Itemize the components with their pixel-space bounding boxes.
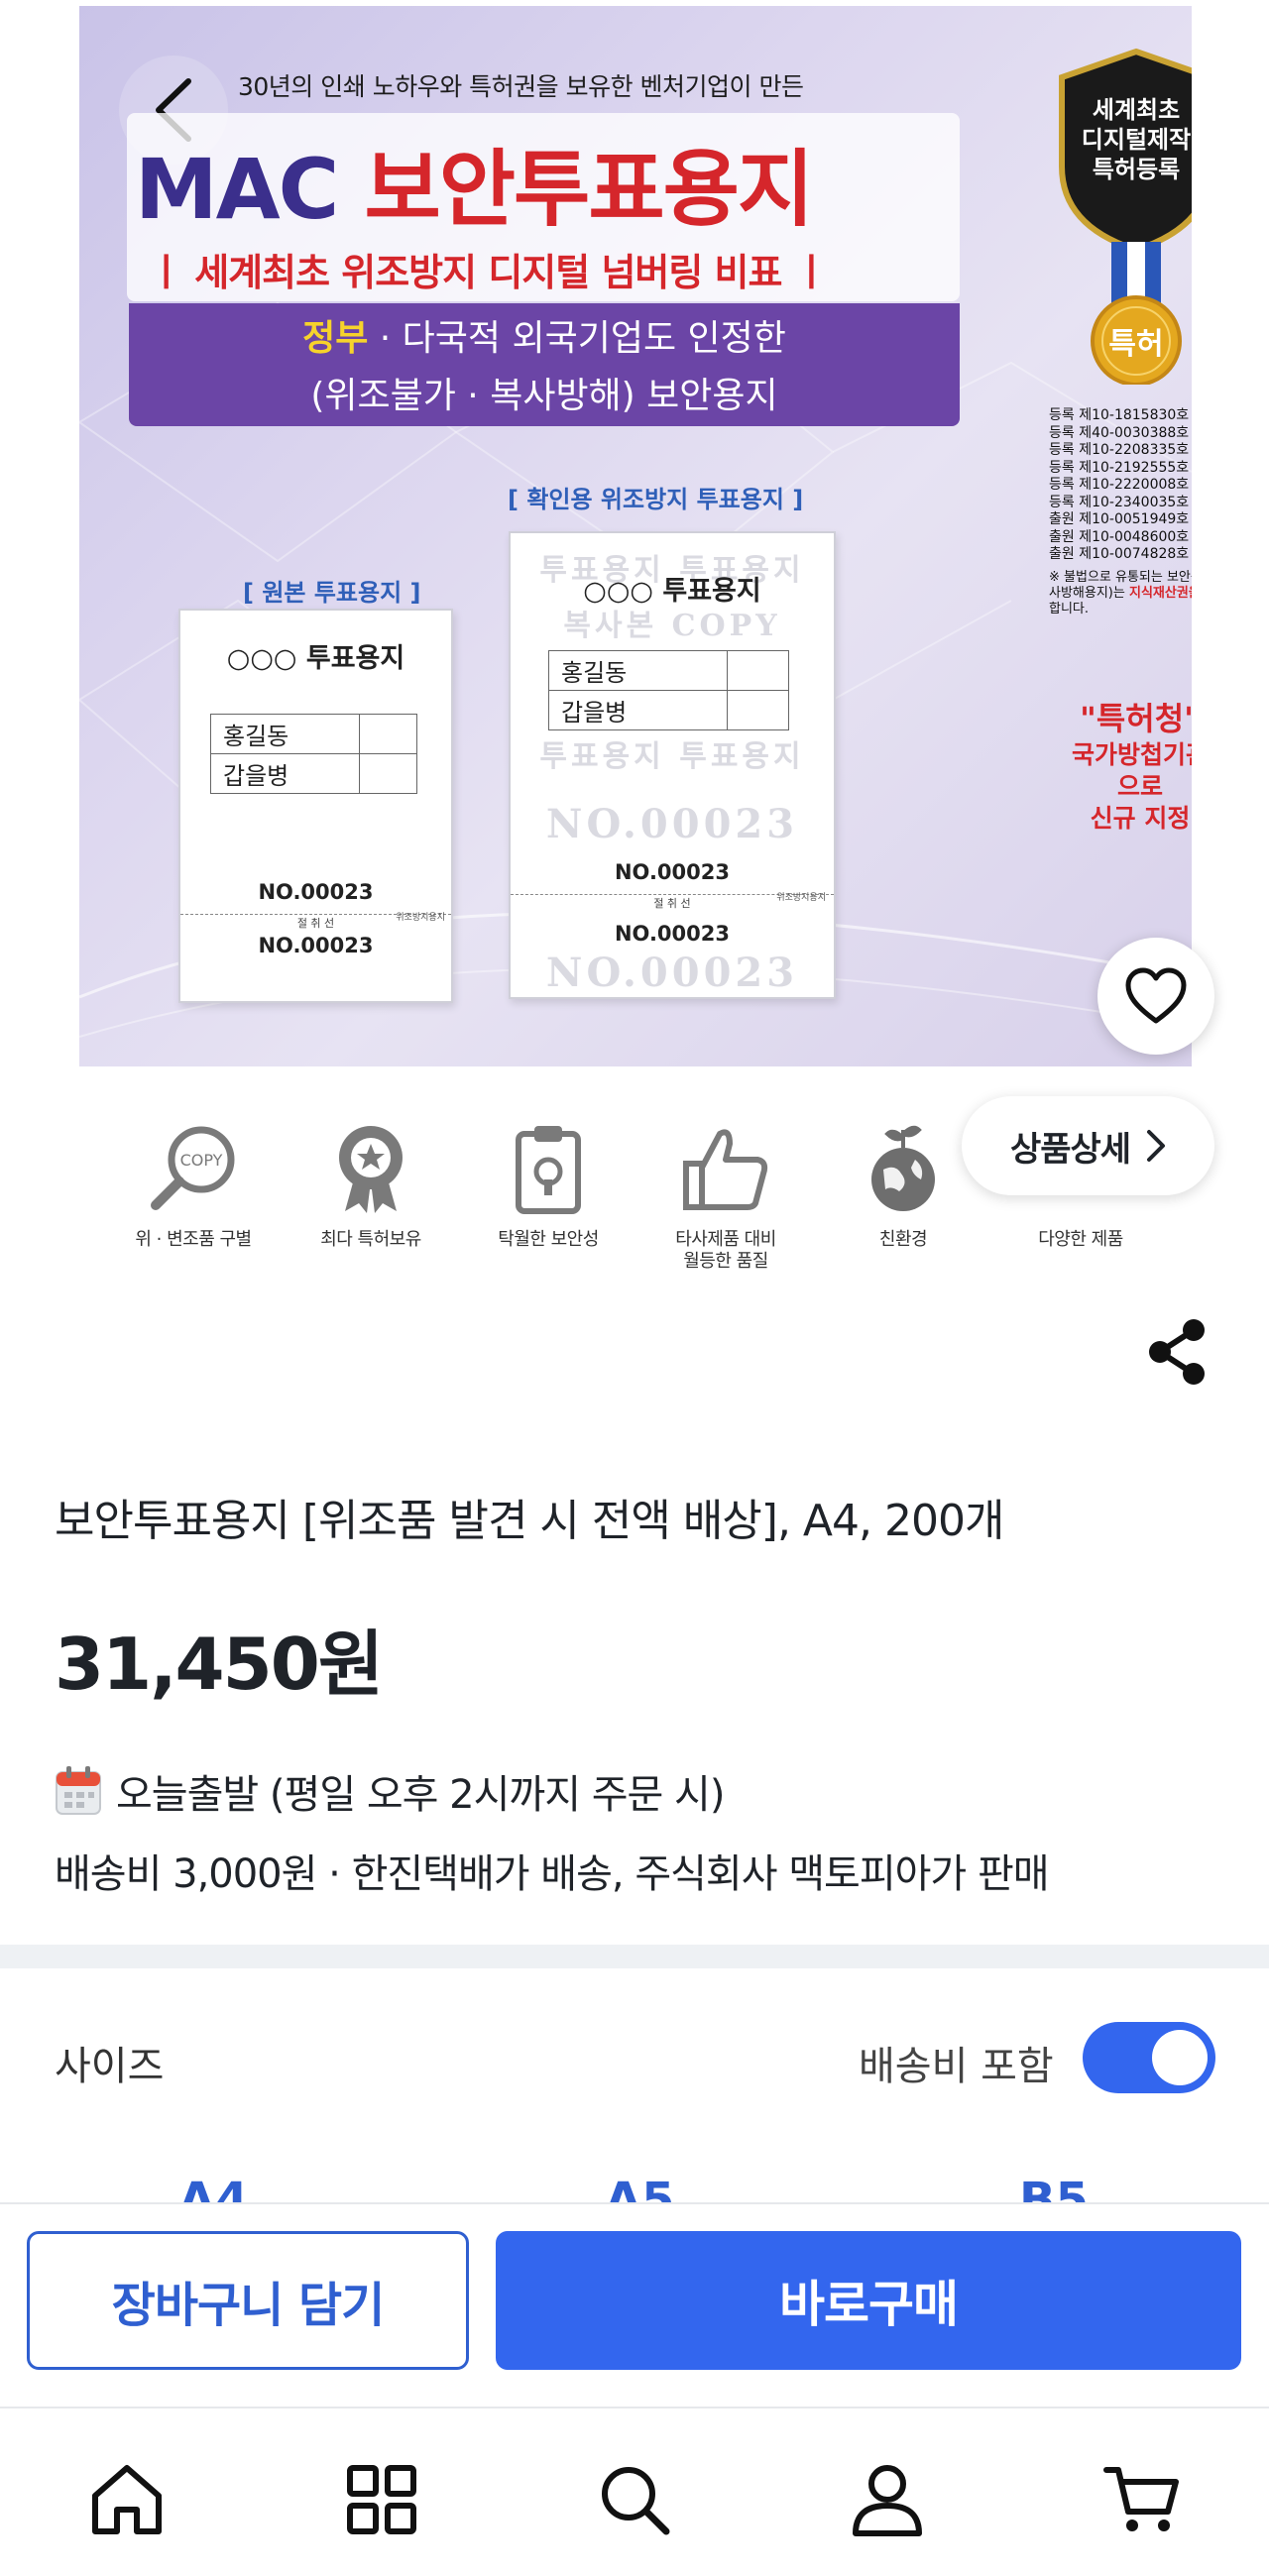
- confirm-ballot-paper: 투표용지 투표용지 ○○○ 투표용지 복사본 COPY 홍길동 갑을병 투표용지…: [509, 531, 836, 999]
- product-hero-image: 30년의 인쇄 노하우와 특허권을 보유한 벤처기업이 만든 MAC 보안투표용…: [79, 6, 1192, 1066]
- award-ribbon-icon: [339, 1126, 403, 1213]
- section-divider: [0, 1945, 1269, 1968]
- original-ballot-paper: ○○○ 투표용지 홍길동 갑을병 NO.00023 절 취 선 위조방지용지 N…: [178, 609, 453, 1003]
- ghost-text-2: 복사본 COPY: [563, 609, 781, 643]
- registration-item: 등록 제10-2340035호: [1049, 494, 1190, 510]
- warning-end: 합니다.: [1049, 601, 1090, 616]
- add-to-cart-button[interactable]: 장바구니 담기: [27, 2231, 469, 2370]
- feature-item: 친환경: [824, 1120, 982, 1251]
- warning-note: ※ 불법으로 유통되는 보안용지(복사방해용지)는 지식재산권을 침해합니다.: [1049, 570, 1192, 617]
- shipping-included-toggle[interactable]: [1083, 2022, 1215, 2093]
- feature-item: 최다 특허보유: [291, 1120, 450, 1251]
- product-price: 31,450원: [55, 1623, 384, 1706]
- confirm-candidate-table: 홍길동 갑을병: [548, 650, 789, 730]
- share-icon[interactable]: [1140, 1316, 1211, 1388]
- size-option-label: 사이즈: [55, 2044, 165, 2089]
- feature-label: 탁월한 보안성: [498, 1229, 599, 1250]
- feature-label: 타사제품 대비 월등한 품질: [675, 1229, 776, 1272]
- hero-tagline: 30년의 인쇄 노하우와 특허권을 보유한 벤처기업이 만든: [238, 72, 804, 101]
- feature-label: 다양한 제품: [1038, 1229, 1123, 1250]
- feature-item: COPY 위 · 변조품 구별: [114, 1120, 273, 1251]
- registration-list: 등록 제10-1815830호 등록 제40-0030388호 등록 제10-2…: [1049, 407, 1192, 617]
- hero-title: MAC 보안투표용지: [135, 123, 815, 243]
- candidate-1: 홍길동: [210, 714, 360, 754]
- gov-word: 정부: [302, 318, 369, 359]
- office-line-2: 으로: [1116, 772, 1163, 801]
- registration-item: 등록 제10-2192555호: [1049, 459, 1190, 476]
- hero-purple-banner: 정부 · 다국적 외국기업도 인정한 (위조불가 · 복사방해) 보안용지: [129, 303, 960, 426]
- registration-item: 등록 제40-0030388호: [1049, 424, 1190, 441]
- office-line-1: 국가방첩기관: [1071, 740, 1192, 769]
- registration-item: 등록 제10-2220008호: [1049, 477, 1190, 493]
- patent-office-note: "특허청" 국가방첩기관 으로 신규 지정: [1056, 694, 1192, 835]
- hero-subtitle: ㅣ 세계최초 위조방지 디지털 넘버링 비표 ㅣ: [149, 251, 829, 294]
- delivery-today-text: 오늘출발 (평일 오후 2시까지 주문 시): [116, 1772, 725, 1818]
- candidate-table: 홍길동 갑을병: [210, 714, 417, 794]
- confirm-mini-mark: 위조방지용지: [776, 893, 826, 903]
- heart-icon: [1125, 967, 1187, 1024]
- purchase-action-bar: 장바구니 담기 바로구매: [0, 2202, 1269, 2406]
- delivery-today-row: 오늘출발 (평일 오후 2시까지 주문 시): [55, 1762, 725, 1820]
- bottom-tab-bar: [0, 2407, 1269, 2576]
- search-icon[interactable]: [595, 2460, 674, 2539]
- registration-item: 출원 제10-0051949호: [1049, 511, 1190, 527]
- feature-label: 최다 특허보유: [320, 1229, 421, 1250]
- seal-text: 세계최초 디지털제작 특허등록: [1056, 95, 1192, 184]
- confirm-candidate-1: 홍길동: [548, 650, 728, 691]
- warning-red: 지식재산권을 침해: [1128, 585, 1192, 601]
- seal-line-3: 특허등록: [1092, 156, 1181, 183]
- ballot-title: ○○○ 투표용지: [226, 643, 405, 674]
- ghost-text-3: 투표용지 투표용지: [539, 739, 805, 774]
- cart-icon[interactable]: [1102, 2460, 1182, 2539]
- banner-line-1: · 다국적 외국기업도 인정한: [368, 318, 786, 359]
- office-title: "특허청": [1080, 700, 1192, 737]
- mini-mark: 위조방지용지: [396, 913, 445, 923]
- hero-title-korean: 보안투표용지: [364, 141, 815, 238]
- home-icon[interactable]: [87, 2460, 167, 2539]
- ballot-number-top: NO.00023: [258, 880, 374, 904]
- registration-item: 등록 제10-2208335호: [1049, 442, 1190, 458]
- product-title: 보안투표용지 [위조품 발견 시 전액 배상], A4, 200개: [55, 1496, 1004, 1546]
- feature-label: 친환경: [878, 1229, 928, 1250]
- confirm-ballot-label: [ 확인용 위조방지 투표용지 ]: [508, 486, 804, 513]
- globe-sprout-icon: [871, 1125, 935, 1211]
- shipping-toggle-label: 배송비 포함: [859, 2044, 1054, 2089]
- category-grid-icon[interactable]: [342, 2460, 421, 2539]
- product-detail-label: 상품상세: [1009, 1129, 1131, 1170]
- registration-item: 출원 제10-0048600호: [1049, 528, 1190, 545]
- product-detail-button[interactable]: 상품상세: [962, 1096, 1214, 1195]
- thumbs-up-icon: [683, 1129, 768, 1210]
- candidate-2: 갑을병: [210, 753, 360, 794]
- banner-line-2: (위조불가 · 복사방해) 보안용지: [310, 376, 778, 416]
- hero-title-mac: MAC: [135, 141, 339, 238]
- registration-item: 등록 제10-1815830호: [1049, 407, 1190, 423]
- ballot-number-bottom: NO.00023: [258, 934, 374, 957]
- shipping-info: 배송비 3,000원 · 한진택배가 배송, 주식회사 맥토피아가 판매: [55, 1851, 1050, 1897]
- medal-text: 특허: [1108, 327, 1164, 362]
- feature-item: 타사제품 대비 월등한 품질: [646, 1120, 805, 1273]
- ghost-number-1: NO.00023: [545, 801, 799, 847]
- original-ballot-label: [ 원본 투표용지 ]: [243, 579, 421, 607]
- ghost-number-2: NO.00023: [545, 950, 799, 996]
- feature-item: 탁월한 보안성: [469, 1120, 628, 1251]
- profile-icon[interactable]: [848, 2460, 927, 2539]
- confirm-number-bottom: NO.00023: [614, 922, 730, 946]
- chevron-right-icon: [1147, 1130, 1166, 1162]
- seal-line-1: 세계최초: [1092, 96, 1181, 124]
- calendar-icon: [56, 1766, 101, 1815]
- registration-item: 출원 제10-0074828호: [1049, 546, 1190, 562]
- confirm-candidate-2: 갑을병: [548, 690, 728, 730]
- svg-text:COPY: COPY: [180, 1151, 223, 1170]
- confirm-number-top: NO.00023: [614, 860, 730, 884]
- seal-line-2: 디지털제작: [1081, 126, 1192, 154]
- buy-now-button[interactable]: 바로구매: [496, 2231, 1241, 2370]
- office-line-3: 신규 지정: [1090, 804, 1191, 833]
- feature-label: 위 · 변조품 구별: [135, 1229, 252, 1250]
- favorite-button[interactable]: [1097, 938, 1214, 1055]
- toggle-knob: [1152, 2030, 1208, 2085]
- secure-clipboard-icon: [516, 1126, 581, 1214]
- copy-magnifier-icon: COPY: [151, 1126, 235, 1210]
